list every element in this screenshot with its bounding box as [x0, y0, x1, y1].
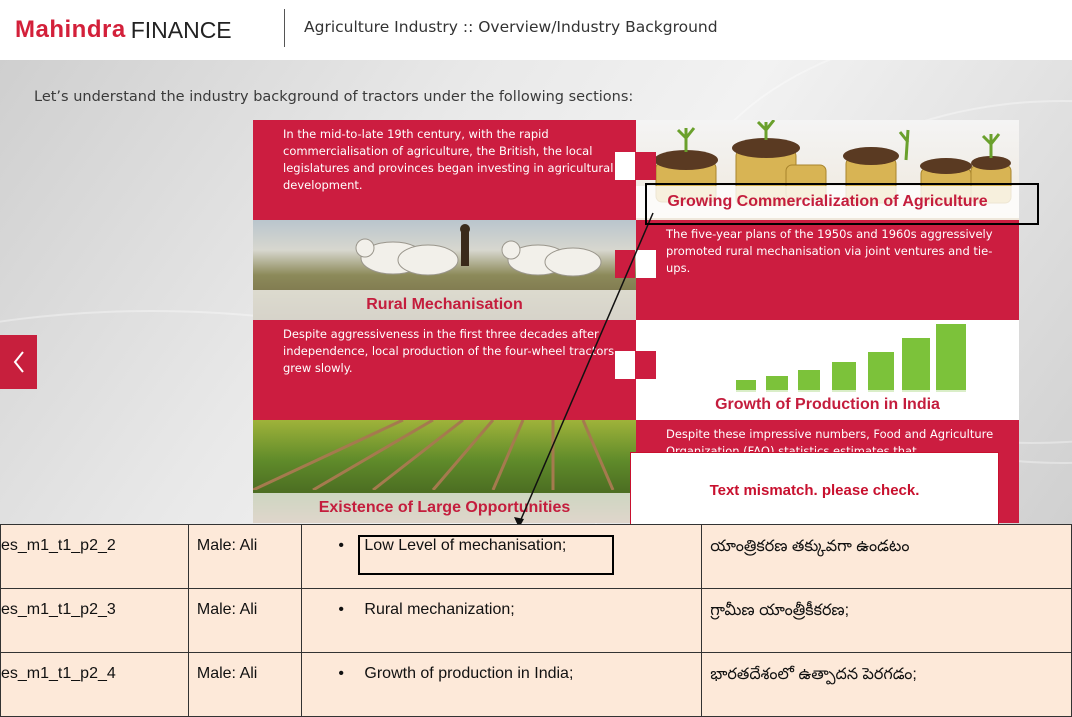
row-translation: భారతదేశంలో ఉత్పాదన పెరగడం;	[701, 652, 1072, 717]
english-text: Rural mechanization;	[364, 601, 515, 618]
highlight-box-caption	[645, 183, 1039, 225]
row-id: es_m1_t1_p2_2	[0, 524, 189, 589]
row-speaker: Male: Ali	[187, 652, 303, 717]
row-english: • Growth of production in India;	[301, 652, 703, 717]
row-speaker: Male: Ali	[187, 524, 303, 589]
bullet: •	[338, 665, 344, 682]
row-speaker: Male: Ali	[187, 588, 303, 653]
highlight-box-source	[358, 535, 614, 575]
table-row: es_m1_t1_p2_3 Male: Ali • Rural mechaniza…	[0, 588, 1072, 653]
row-id: es_m1_t1_p2_4	[0, 652, 189, 717]
bullet: •	[338, 601, 344, 618]
bullet: •	[338, 537, 344, 554]
table-row: es_m1_t1_p2_4 Male: Ali • Growth of produ…	[0, 652, 1072, 717]
row-id: es_m1_t1_p2_3	[0, 588, 189, 653]
row-translation: యాంత్రికరణ తక్కువగా ఉండటం	[701, 524, 1072, 589]
english-text: Growth of production in India;	[364, 665, 574, 682]
review-comment[interactable]: Text mismatch. please check.	[630, 452, 999, 531]
row-translation: గ్రామీణ యాంత్రీకీకరణ;	[701, 588, 1072, 653]
row-english: • Rural mechanization;	[301, 588, 703, 653]
